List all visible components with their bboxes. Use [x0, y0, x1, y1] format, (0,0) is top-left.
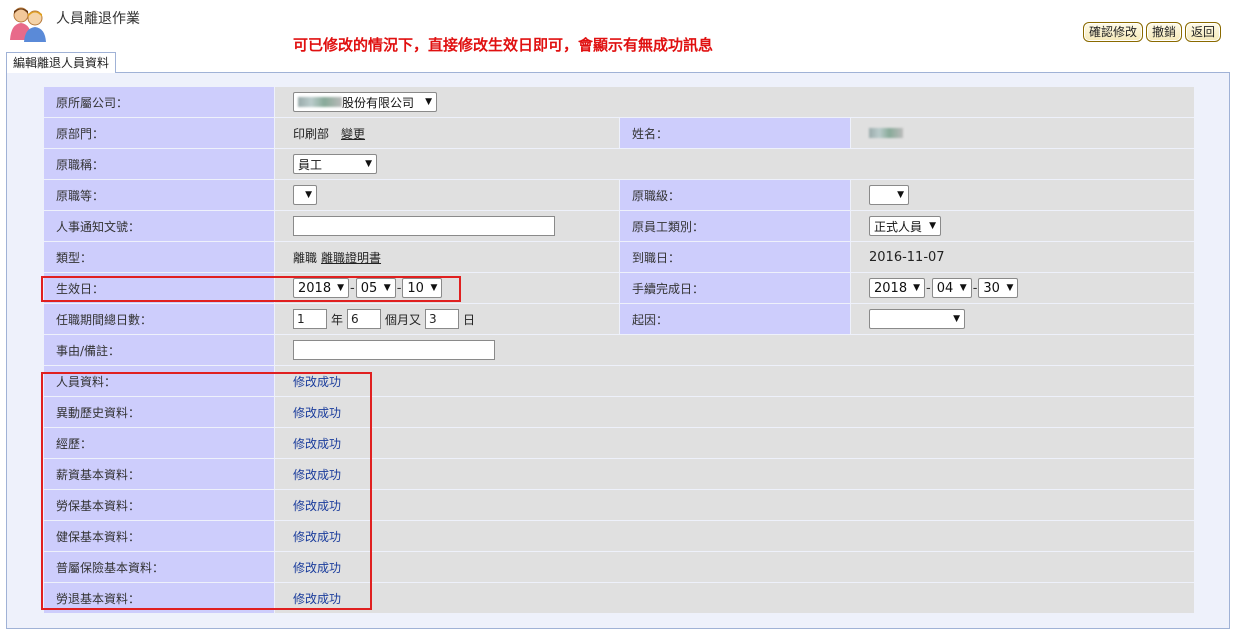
instruction-banner: 可已修改的情況下，直接修改生效日即可，會顯示有無成功訊息 — [293, 36, 714, 54]
arrive-label: 到職日： — [620, 242, 850, 272]
complete-year-select[interactable]: 2018 ▼ — [869, 278, 925, 298]
remark-textarea[interactable] — [293, 340, 495, 360]
effective-date-highlight — [41, 276, 461, 302]
level-label: 原職級： — [620, 180, 850, 210]
status-success: 修改成功 — [275, 583, 1194, 613]
jobtitle-select[interactable]: 員工 ▼ — [293, 154, 377, 174]
tenure-days-input[interactable]: 3 — [425, 309, 460, 329]
complete-label: 手續完成日： — [620, 273, 850, 303]
month-unit: 個月又 — [385, 312, 422, 327]
status-success: 修改成功 — [275, 428, 1194, 458]
chevron-down-icon: ▼ — [953, 314, 960, 324]
name-redacted — [869, 128, 903, 138]
row-company: 原所屬公司： 股份有限公司 ▼ — [44, 87, 1194, 117]
status-success: 修改成功 — [275, 397, 1194, 427]
dept-value: 印刷部 — [293, 126, 330, 141]
company-label: 原所屬公司： — [44, 87, 274, 117]
name-label: 姓名： — [620, 118, 850, 148]
complete-month-select[interactable]: 04 ▼ — [931, 278, 972, 298]
grade-select[interactable]: ▼ — [293, 185, 317, 205]
row-dept: 原部門： 印刷部 變更 姓名： — [44, 118, 1194, 148]
emptype-label: 原員工類別： — [620, 211, 850, 241]
company-select[interactable]: 股份有限公司 ▼ — [293, 92, 437, 112]
notice-label: 人事通知文號： — [44, 211, 274, 241]
status-success: 修改成功 — [275, 552, 1194, 582]
type-value: 離職 — [293, 250, 318, 265]
row-jobtitle: 原職稱： 員工 ▼ — [44, 149, 1194, 179]
dept-label: 原部門： — [44, 118, 274, 148]
row-type: 類型： 離職 離職證明書 到職日： 2016-11-07 — [44, 242, 1194, 272]
grade-label: 原職等： — [44, 180, 274, 210]
row-notice: 人事通知文號： 原員工類別： 正式人員 ▼ — [44, 211, 1194, 241]
chevron-down-icon: ▼ — [897, 190, 904, 200]
row-grade: 原職等： ▼ 原職級： ▼ — [44, 180, 1194, 210]
back-button[interactable]: 返回 — [1184, 22, 1221, 42]
complete-day-select[interactable]: 30 ▼ — [978, 278, 1019, 298]
company-name-redacted — [298, 97, 342, 107]
type-label: 類型： — [44, 242, 274, 272]
chevron-down-icon: ▼ — [305, 190, 312, 200]
cause-select[interactable]: ▼ — [869, 309, 965, 329]
chevron-down-icon: ▼ — [365, 159, 372, 169]
chevron-down-icon: ▼ — [1006, 283, 1014, 293]
results-highlight — [41, 372, 372, 610]
cause-label: 起因： — [620, 304, 850, 334]
change-dept-link[interactable]: 變更 — [341, 125, 365, 142]
day-unit: 日 — [463, 312, 476, 327]
tenure-years-input[interactable]: 1 — [293, 309, 327, 329]
row-remark: 事由/備註： — [44, 335, 1194, 365]
status-success: 修改成功 — [275, 459, 1194, 489]
page-title: 人員離退作業 — [56, 11, 140, 27]
tab-edit-leaving-staff[interactable]: 編輯離退人員資料 — [6, 52, 117, 73]
row-tenure: 任職期間總日數： 1 年 6 個月又 3 日 起因： ▼ — [44, 304, 1194, 334]
status-success: 修改成功 — [275, 490, 1194, 520]
toolbar: 確認修改 撤銷 返回 — [1082, 22, 1221, 42]
level-select[interactable]: ▼ — [869, 185, 909, 205]
status-success: 修改成功 — [275, 521, 1194, 551]
resignation-cert-link[interactable]: 離職證明書 — [321, 249, 381, 266]
chevron-down-icon: ▼ — [425, 97, 432, 107]
remark-label: 事由/備註： — [44, 335, 274, 365]
status-success: 修改成功 — [275, 366, 1194, 396]
chevron-down-icon: ▼ — [959, 283, 967, 293]
cancel-button[interactable]: 撤銷 — [1145, 22, 1182, 42]
notice-input[interactable] — [293, 216, 555, 236]
tenure-label: 任職期間總日數： — [44, 304, 274, 334]
people-icon — [10, 7, 46, 42]
jobtitle-label: 原職稱： — [44, 149, 274, 179]
emptype-select[interactable]: 正式人員 ▼ — [869, 216, 941, 236]
app-header: 人員離退作業 — [8, 7, 140, 42]
confirm-button[interactable]: 確認修改 — [1082, 22, 1143, 42]
chevron-down-icon: ▼ — [929, 221, 936, 231]
arrive-value: 2016-11-07 — [851, 242, 1194, 272]
tenure-months-input[interactable]: 6 — [347, 309, 382, 329]
year-unit: 年 — [331, 312, 344, 327]
chevron-down-icon: ▼ — [913, 283, 920, 293]
